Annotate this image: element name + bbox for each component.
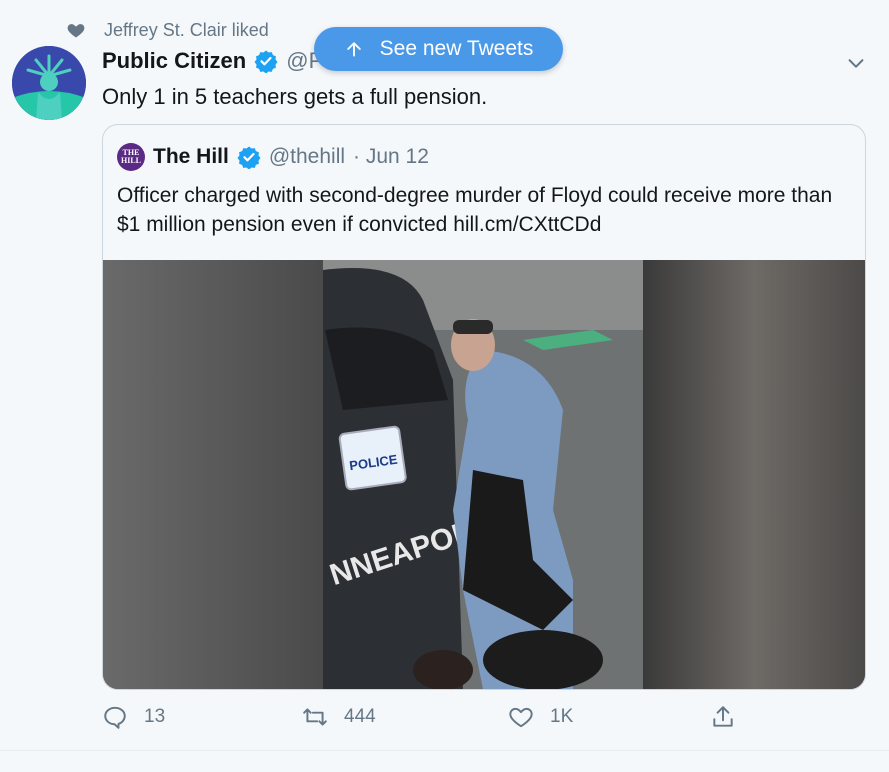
- social-context: Jeffrey St. Clair liked: [66, 18, 269, 42]
- quoted-tweet[interactable]: THE HILL The Hill @thehill · Jun 12 Offic…: [102, 124, 866, 690]
- quoted-date[interactable]: · Jun 12: [353, 145, 429, 169]
- chevron-down-icon[interactable]: [845, 52, 867, 74]
- author-line: Public Citizen @Pu: [102, 48, 336, 74]
- like-icon: [509, 707, 533, 728]
- like-count: 1K: [550, 706, 574, 727]
- reply-button[interactable]: 13: [102, 704, 165, 730]
- verified-badge-icon: [237, 146, 261, 169]
- see-new-tweets-button[interactable]: See new Tweets: [314, 27, 563, 71]
- like-button[interactable]: 1K: [508, 704, 573, 730]
- see-new-tweets-label: See new Tweets: [379, 37, 534, 60]
- share-icon: [713, 706, 733, 727]
- reply-count: 13: [144, 706, 166, 727]
- author-name[interactable]: Public Citizen: [102, 48, 246, 74]
- tweet-card[interactable]: Jeffrey St. Clair liked Public Citizen @…: [0, 0, 889, 751]
- verified-badge-icon: [254, 50, 278, 73]
- statue-of-liberty-logo: [12, 46, 86, 120]
- quoted-text: Officer charged with second-degree murde…: [117, 184, 833, 236]
- reply-icon: [104, 706, 126, 729]
- retweet-count: 444: [344, 706, 376, 727]
- quoted-media-image[interactable]: POLICE NNEAPOLIS: [103, 260, 865, 689]
- retweet-button[interactable]: 444: [302, 704, 376, 730]
- retweet-icon: [303, 708, 327, 726]
- next-tweet-edge: [0, 751, 889, 772]
- arrow-up-icon: [346, 42, 361, 57]
- license-plate: POLICE: [338, 425, 407, 491]
- liked-by-text[interactable]: Jeffrey St. Clair liked: [104, 20, 269, 41]
- tweet-actions: 13 444 1K: [102, 704, 742, 736]
- quoted-author-handle[interactable]: @thehill: [269, 145, 345, 169]
- quoted-avatar[interactable]: THE HILL: [117, 143, 145, 171]
- quoted-author-name[interactable]: The Hill: [153, 145, 229, 169]
- tweet-text: Only 1 in 5 teachers gets a full pension…: [102, 84, 488, 109]
- author-avatar[interactable]: [12, 46, 86, 120]
- share-button[interactable]: [710, 704, 736, 730]
- quoted-author-line: THE HILL The Hill @thehill · Jun 12: [117, 143, 429, 171]
- heart-icon: [67, 24, 85, 38]
